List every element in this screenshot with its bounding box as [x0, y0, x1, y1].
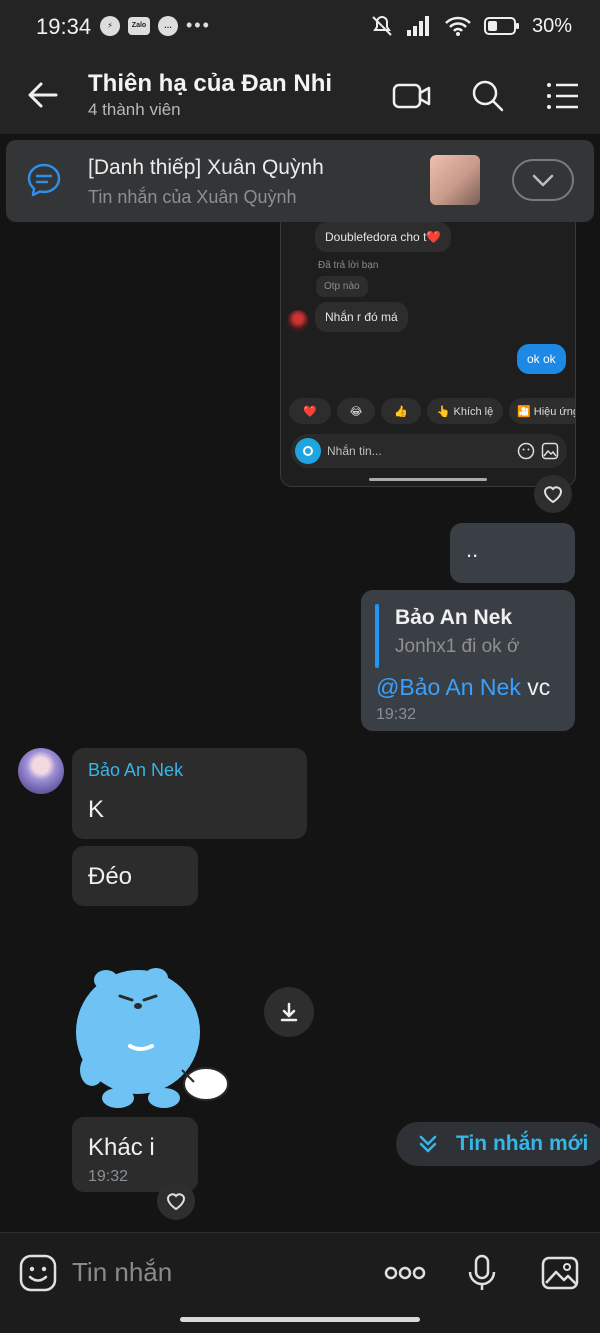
status-time: 19:34 [36, 14, 92, 39]
message-text: K [88, 796, 105, 823]
screenshot-reaction: 👆 Khích lệ [427, 398, 503, 424]
bear-sticker[interactable] [72, 960, 232, 1110]
screenshot-my-bubble: ok ok [517, 344, 566, 374]
screenshot-input-bar: Nhắn tin... [291, 434, 567, 468]
notification-icons: ⚡ Zalo … ••• [100, 15, 211, 36]
messenger-icon: ⚡ [100, 15, 120, 36]
battery-percent: 30% [531, 14, 572, 37]
chevron-down-icon [532, 174, 554, 187]
screenshot-home-handle [369, 478, 487, 481]
new-messages-button[interactable]: Tin nhắn mới [396, 1122, 600, 1166]
message-time: 19:32 [88, 1168, 129, 1185]
message-input[interactable]: Tin nhắn [72, 1257, 172, 1288]
home-indicator[interactable] [180, 1317, 420, 1322]
chat-header: Thiên hạ của Đan Nhi 4 thành viên [0, 56, 600, 134]
screenshot-input-placeholder: Nhắn tin... [327, 444, 382, 458]
double-chevron-down-icon [419, 1135, 437, 1153]
screenshot-reaction: 🎦 Hiệu ứng [509, 398, 575, 424]
screenshot-bubble: Nhắn r đó má [315, 302, 408, 332]
back-arrow-icon[interactable] [26, 78, 60, 112]
new-messages-label: Tin nhắn mới [456, 1132, 589, 1155]
sender-avatar[interactable] [18, 748, 64, 794]
video-call-icon[interactable] [392, 76, 432, 116]
status-bar: 19:34 ⚡ Zalo … ••• 30% [0, 0, 600, 56]
heart-icon [543, 486, 563, 504]
download-icon [280, 1002, 298, 1022]
pinned-message[interactable]: [Danh thiếp] Xuân Quỳnh Tin nhắn của Xuâ… [6, 140, 594, 222]
screenshot-avatar [287, 310, 309, 332]
download-sticker-button[interactable] [264, 987, 314, 1037]
message-bubble-icon [27, 163, 61, 197]
quote-bar [375, 604, 379, 668]
mute-icon [372, 15, 392, 36]
sender-name[interactable]: Bảo An Nek [88, 760, 183, 781]
chat-title[interactable]: Thiên hạ của Đan Nhi [88, 70, 332, 98]
chat-icon: … [158, 15, 178, 36]
shared-screenshot-image[interactable]: Doublefedora cho t❤️ Đã trả lời bạn Otp … [280, 222, 576, 487]
their-message-bubble[interactable]: Đéo [72, 846, 198, 906]
microphone-icon[interactable] [462, 1253, 502, 1293]
more-dots-icon: ••• [186, 15, 211, 35]
emoji-icon [517, 442, 535, 460]
quoted-text: Jonhx1 đi ok ớ [395, 636, 520, 657]
zalo-icon: Zalo [128, 16, 150, 35]
message-composer: Tin nhắn [0, 1232, 600, 1333]
heart-icon [166, 1193, 186, 1211]
pinned-subtitle: Tin nhắn của Xuân Quỳnh [88, 187, 297, 207]
screenshot-bubble: Doublefedora cho t❤️ [315, 222, 452, 252]
react-heart-button[interactable] [157, 1182, 195, 1220]
quoted-sender: Bảo An Nek [395, 606, 513, 629]
mention-link[interactable]: @Bảo An Nek [376, 674, 521, 700]
search-icon[interactable] [468, 76, 508, 116]
pinned-title: [Danh thiếp] Xuân Quỳnh [88, 156, 324, 179]
sticker-icon[interactable] [18, 1253, 58, 1293]
screenshot-reaction: 👍 [381, 398, 421, 424]
screenshot-reaction: ❤️ [289, 398, 331, 424]
message-text: Khác i [88, 1134, 155, 1161]
signal-icon [406, 16, 429, 36]
image-icon [541, 442, 559, 460]
my-message-bubble[interactable]: .. [450, 523, 575, 583]
pinned-thumbnail [430, 155, 480, 205]
wifi-icon [445, 16, 471, 36]
menu-list-icon[interactable] [544, 76, 584, 116]
message-suffix: vc [520, 674, 551, 700]
screenshot-quote-chip: Otp nào [316, 276, 368, 297]
my-reply-message[interactable]: Bảo An Nek Jonhx1 đi ok ớ @Bảo An Nek vc… [361, 590, 575, 731]
gallery-icon[interactable] [540, 1253, 580, 1293]
battery-icon [483, 17, 519, 35]
system-icons: 30% [370, 14, 572, 38]
member-count[interactable]: 4 thành viên [88, 100, 181, 120]
screenshot-reply-note: Đã trả lời bạn [318, 260, 379, 271]
expand-pinned-button[interactable] [512, 159, 574, 201]
screenshot-reaction: 😂 [337, 398, 375, 424]
their-message-bubble[interactable]: Khác i 19:32 [72, 1117, 198, 1192]
message-text: @Bảo An Nek vc [376, 674, 550, 701]
message-time: 19:32 [376, 706, 417, 723]
message-text: Đéo [88, 863, 133, 890]
their-message-bubble[interactable]: Bảo An Nek K [72, 748, 307, 839]
more-options-icon[interactable] [384, 1253, 426, 1293]
camera-icon [295, 438, 321, 464]
message-text: .. [466, 537, 479, 562]
react-heart-button[interactable] [534, 475, 572, 513]
